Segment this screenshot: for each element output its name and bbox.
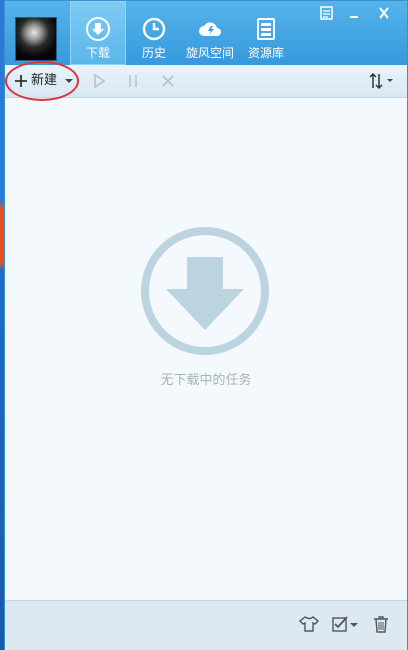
tab-resource-library[interactable]: 资源库	[238, 1, 294, 65]
history-icon	[142, 17, 166, 41]
tab-cloud-space[interactable]: 旋风空间	[182, 1, 238, 65]
header-bar: 下载 历史 旋风空间 资源库	[5, 1, 407, 65]
play-icon[interactable]	[91, 73, 107, 89]
annotation-circle	[5, 61, 79, 101]
empty-state-text: 无下载中的任务	[160, 373, 252, 388]
task-list-area: 无下载中的任务	[5, 98, 407, 600]
tab-download-label: 下载	[85, 46, 110, 60]
avatar[interactable]	[15, 17, 57, 61]
checklist-icon[interactable]	[331, 615, 359, 633]
download-arrow-icon	[141, 227, 269, 355]
sort-icon[interactable]	[367, 71, 397, 91]
delete-icon[interactable]	[160, 73, 176, 89]
app-window: 下载 历史 旋风空间 资源库 新建 无下载中的任务	[4, 0, 408, 650]
note-icon[interactable]	[317, 5, 335, 21]
tab-download[interactable]: 下载	[70, 1, 126, 65]
tab-history-label: 历史	[141, 46, 166, 60]
minimize-icon[interactable]	[345, 5, 363, 21]
close-icon[interactable]	[375, 5, 393, 21]
library-icon	[257, 18, 275, 40]
pause-icon[interactable]	[125, 73, 141, 89]
tab-history[interactable]: 历史	[126, 1, 182, 65]
shirt-icon[interactable]	[299, 615, 319, 633]
download-icon	[86, 17, 110, 41]
footer-bar	[5, 600, 407, 650]
trash-icon[interactable]	[372, 615, 390, 633]
tab-cloud-space-label: 旋风空间	[185, 46, 234, 60]
cloud-icon	[199, 22, 221, 36]
tab-resource-library-label: 资源库	[247, 46, 284, 60]
